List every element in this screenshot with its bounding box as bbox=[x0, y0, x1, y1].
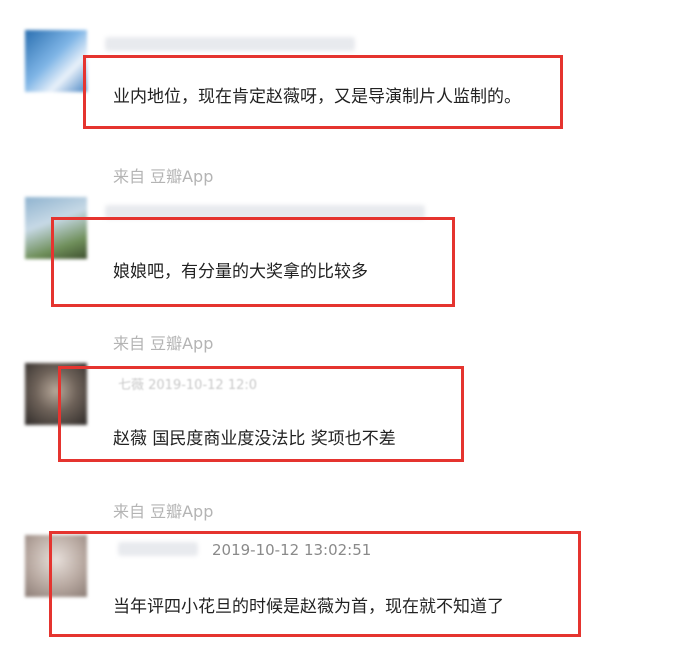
comment-text: 业内地位，现在肯定赵薇呀，又是导演制片人监制的。 bbox=[113, 87, 521, 107]
avatar[interactable] bbox=[25, 30, 87, 92]
comment-source: 来自 豆瓣App bbox=[113, 502, 214, 521]
comment-text: 娘娘吧，有分量的大奖拿的比较多 bbox=[113, 262, 368, 282]
comment-source: 来自 豆瓣App bbox=[113, 334, 214, 353]
comment-source: 来自 豆瓣App bbox=[113, 167, 214, 186]
username-blurred bbox=[105, 37, 355, 51]
highlight-box bbox=[49, 531, 581, 637]
comment-text: 当年评四小花旦的时候是赵薇为首，现在就不知道了 bbox=[113, 597, 504, 617]
comment-text: 赵薇 国民度商业度没法比 奖项也不差 bbox=[113, 429, 396, 449]
